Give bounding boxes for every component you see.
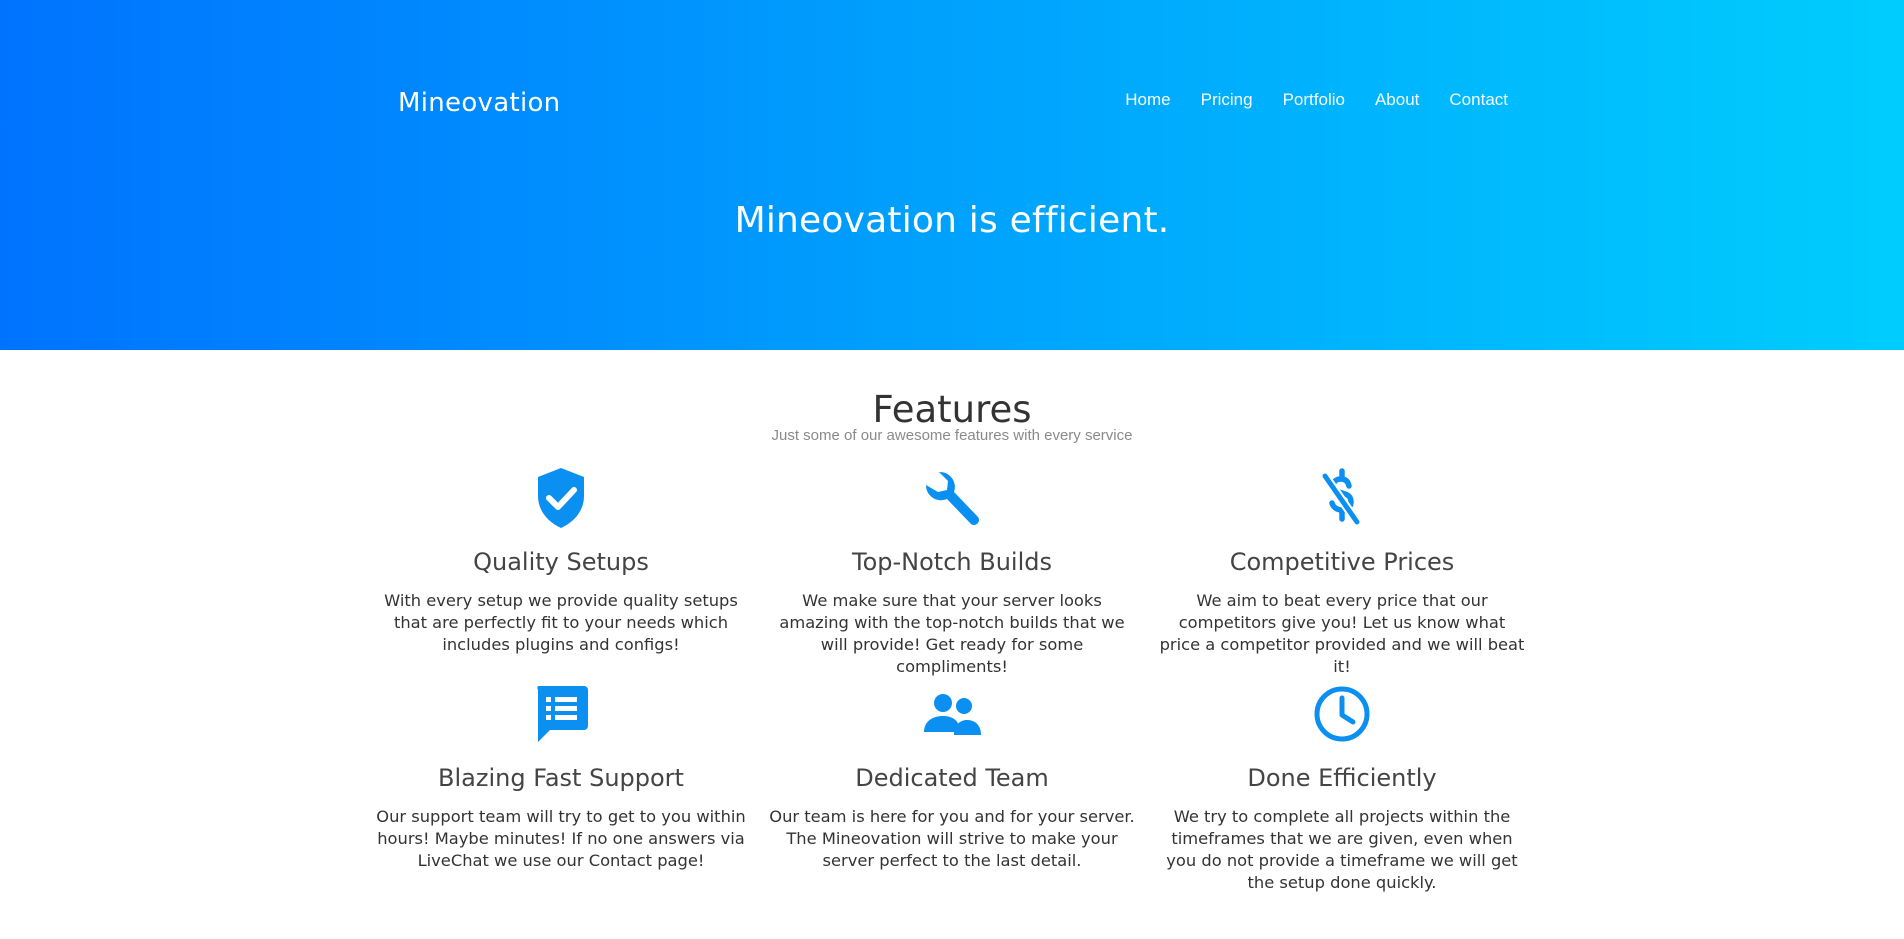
main-nav: Home Pricing Portfolio About Contact <box>1125 90 1508 110</box>
nav-about-link[interactable]: About <box>1375 90 1419 110</box>
feature-title: Dedicated Team <box>855 764 1049 792</box>
nav-pricing-link[interactable]: Pricing <box>1201 90 1253 110</box>
money-off-icon <box>1320 468 1362 527</box>
shield-check-icon <box>538 468 584 528</box>
wrench-icon <box>925 471 979 525</box>
feature-card-done-efficiently: Done Efficiently We try to complete all … <box>1157 682 1527 892</box>
features-subtitle: Just some of our awesome features with e… <box>771 427 1133 444</box>
feature-title: Competitive Prices <box>1229 548 1455 576</box>
hero-title: Mineovation is efficient. <box>734 200 1170 241</box>
feature-title: Blazing Fast Support <box>438 764 684 792</box>
feature-text: We make sure that your server looks amaz… <box>779 591 1125 676</box>
brand-logo-link[interactable]: Mineovation <box>398 88 560 118</box>
feature-title: Top-Notch Builds <box>852 548 1052 576</box>
nav-portfolio-link[interactable]: Portfolio <box>1283 90 1345 110</box>
feature-text: We aim to beat every price that our comp… <box>1159 591 1525 676</box>
hero-header: Mineovation Home Pricing Portfolio About… <box>0 0 1904 350</box>
features-section: Features Just some of our awesome featur… <box>0 350 1904 939</box>
feature-title: Quality Setups <box>473 548 649 576</box>
feature-card-blazing-fast-support: Blazing Fast Support Our support team wi… <box>376 682 746 870</box>
feature-card-top-notch-builds: Top-Notch Builds We make sure that your … <box>767 466 1137 676</box>
feature-text: We try to complete all projects within t… <box>1166 807 1518 892</box>
features-title: Features <box>872 388 1032 431</box>
feature-text: Our support team will try to get to you … <box>376 807 746 870</box>
feature-card-competitive-prices: Competitive Prices We aim to beat every … <box>1157 466 1527 676</box>
feature-text: Our team is here for you and for your se… <box>769 807 1135 870</box>
nav-contact-link[interactable]: Contact <box>1449 90 1508 110</box>
feature-title: Done Efficiently <box>1247 764 1437 792</box>
team-icon <box>924 694 981 735</box>
clock-icon <box>1314 686 1370 742</box>
chat-list-icon <box>537 686 588 742</box>
feature-card-dedicated-team: Dedicated Team Our team is here for you … <box>767 682 1137 870</box>
feature-card-quality-setups: Quality Setups With every setup we provi… <box>376 466 746 654</box>
feature-text: With every setup we provide quality setu… <box>384 591 738 654</box>
nav-home-link[interactable]: Home <box>1125 90 1170 110</box>
